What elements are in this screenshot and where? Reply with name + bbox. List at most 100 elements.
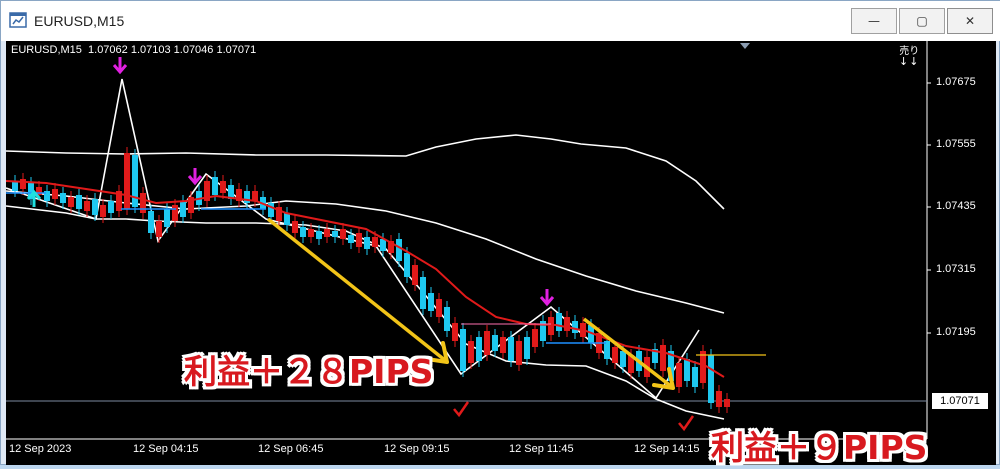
candle-body — [428, 293, 434, 311]
candle-body — [68, 197, 74, 207]
candle-body — [500, 337, 506, 353]
sell-arrows-icon: ↓↓ — [899, 55, 920, 68]
candle-body — [212, 177, 218, 195]
candle-body — [412, 265, 418, 285]
chart-canvas[interactable] — [6, 41, 996, 465]
time-tick: 12 Sep 2023 — [9, 443, 72, 455]
price-axis-ticks — [927, 82, 931, 334]
candle-body — [292, 221, 298, 233]
time-tick: 12 Sep 04:15 — [133, 443, 199, 455]
minimize-button[interactable]: — — [851, 8, 897, 34]
candle-body — [124, 153, 130, 209]
candle-body — [516, 341, 522, 365]
candle-body — [52, 189, 58, 199]
price-tick: 1.07675 — [936, 76, 976, 88]
candle-body — [612, 347, 618, 363]
candle-body — [492, 335, 498, 351]
close-button[interactable]: ✕ — [947, 8, 993, 34]
time-tick: 12 Sep 11:45 — [509, 443, 574, 455]
candle-body — [676, 363, 682, 387]
title-bar[interactable]: EURUSD,M15 — ▢ ✕ — [1, 1, 1000, 41]
candle-body — [300, 227, 306, 237]
candle-body — [132, 155, 138, 207]
candle-body — [140, 193, 146, 213]
candle-body — [476, 337, 482, 361]
candle-body — [524, 337, 530, 359]
sell-signal-arrow-3 — [539, 289, 555, 307]
maximize-icon: ▢ — [916, 14, 928, 28]
candle-body — [724, 399, 730, 407]
candle-body — [572, 321, 578, 333]
current-price-label: 1.07071 — [932, 393, 988, 409]
profit-annotation-1: 利益＋２８PIPS — [184, 352, 434, 391]
candle-body — [76, 195, 82, 209]
price-tick: 1.07555 — [936, 138, 976, 150]
check-mark-2 — [678, 415, 695, 432]
candle-body — [356, 233, 362, 247]
candle-body — [164, 209, 170, 227]
time-tick: 12 Sep 14:15 — [634, 443, 700, 455]
candle-body — [100, 205, 106, 217]
candle-body — [332, 231, 338, 237]
candle-body — [20, 179, 26, 189]
price-tick: 1.07195 — [936, 326, 976, 338]
window-title: EURUSD,M15 — [34, 13, 125, 29]
candle-body — [180, 201, 186, 217]
candle-body — [452, 323, 458, 341]
symbol-info: EURUSD,M15 1.07062 1.07103 1.07046 1.070… — [11, 44, 257, 56]
price-chart[interactable]: EURUSD,M15 1.07062 1.07103 1.07046 1.070… — [6, 41, 996, 465]
candle-body — [508, 337, 514, 361]
minimize-icon: — — [868, 14, 880, 28]
candle-body — [244, 191, 250, 203]
candle-body — [484, 331, 490, 355]
chart-window-icon — [9, 12, 27, 28]
candle-body — [468, 341, 474, 363]
candle-body — [316, 231, 322, 239]
candle-body — [364, 237, 370, 249]
close-icon: ✕ — [964, 14, 976, 28]
candle-body — [220, 181, 226, 193]
candle-body — [548, 317, 554, 335]
candle-body — [308, 229, 314, 237]
candle-body — [660, 345, 666, 371]
candle-body — [708, 355, 714, 403]
candle-body — [436, 299, 442, 317]
check-mark-1 — [453, 401, 470, 418]
time-tick: 12 Sep 09:15 — [384, 443, 450, 455]
candle-body — [84, 201, 90, 211]
candle-body — [620, 351, 626, 367]
chart-shift-marker[interactable] — [740, 43, 750, 49]
candle-body — [348, 235, 354, 243]
candle-body — [692, 367, 698, 387]
upper-band — [6, 134, 725, 210]
profit-annotation-2: 利益＋９PIPS — [711, 428, 928, 467]
candle-body — [284, 213, 290, 225]
candle-body — [700, 351, 706, 383]
candle-body — [684, 359, 690, 381]
candle-body — [156, 221, 162, 237]
trade-arrow-2 — [582, 317, 675, 390]
time-tick: 12 Sep 06:45 — [258, 443, 324, 455]
price-tick: 1.07435 — [936, 200, 976, 212]
candle-body — [340, 229, 346, 239]
candle-body — [564, 317, 570, 331]
candle-body — [460, 329, 466, 371]
candle-body — [396, 239, 402, 261]
candle-body — [372, 237, 378, 247]
candle-body — [420, 277, 426, 309]
candle-body — [148, 211, 154, 233]
candle-body — [60, 193, 66, 203]
candle-body — [108, 201, 114, 213]
sell-signal-arrow-2 — [187, 168, 203, 186]
candle-body — [444, 307, 450, 331]
candle-body — [92, 199, 98, 215]
sell-signal-arrow-1 — [112, 57, 128, 75]
candle-body — [716, 391, 722, 407]
candle-body — [532, 329, 538, 347]
maximize-button[interactable]: ▢ — [899, 8, 945, 34]
candle-body — [404, 253, 410, 277]
candle-body — [324, 229, 330, 237]
candle-body — [172, 205, 178, 221]
candle-body — [380, 239, 386, 251]
price-tick: 1.07315 — [936, 263, 976, 275]
